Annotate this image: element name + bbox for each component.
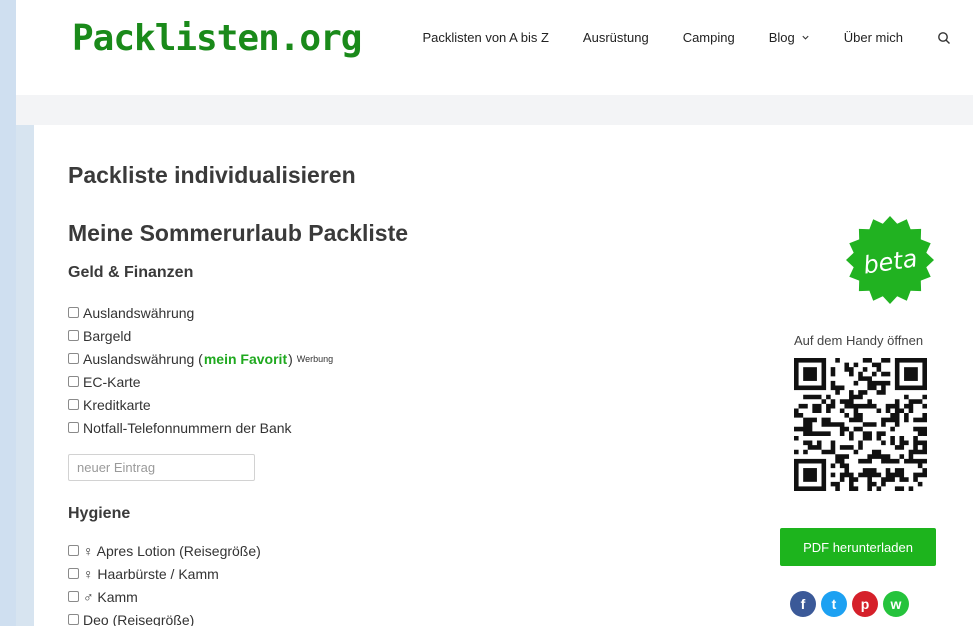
favorite-link[interactable]: mein Favorit <box>204 351 287 367</box>
checkbox[interactable] <box>68 399 79 410</box>
hygiene-item-list: ♀ Apres Lotion (Reisegröße) ♀ Haarbürste… <box>68 539 261 626</box>
nav-packlisten[interactable]: Packlisten von A bis Z <box>422 30 548 45</box>
header-divider-band <box>16 95 973 125</box>
list-item[interactable]: Deo (Reisegröße) <box>68 608 261 626</box>
list-item[interactable]: EC-Karte <box>68 370 333 393</box>
section-title-hygiene: Hygiene <box>68 505 131 522</box>
mobile-open-label: Auf dem Handy öffnen <box>793 333 924 348</box>
new-entry-input[interactable] <box>68 454 255 481</box>
main-content: Packliste individualisieren Meine Sommer… <box>34 125 973 626</box>
list-item[interactable]: ♀ Apres Lotion (Reisegröße) <box>68 539 261 562</box>
list-item[interactable]: Bargeld <box>68 324 333 347</box>
list-title: Meine Sommerurlaub Packliste <box>68 220 409 246</box>
page-title: Packliste individualisieren <box>68 162 356 188</box>
checkbox[interactable] <box>68 330 79 341</box>
whatsapp-icon[interactable]: w <box>883 591 909 617</box>
chevron-down-icon <box>802 35 809 40</box>
nav-camping[interactable]: Camping <box>683 30 735 45</box>
list-item[interactable]: Auslandswährung (mein Favorit) Werbung <box>68 347 333 370</box>
nav-ueber-mich[interactable]: Über mich <box>844 30 903 45</box>
checkbox[interactable] <box>68 376 79 387</box>
nav-ausruestung[interactable]: Ausrüstung <box>583 30 649 45</box>
checkbox[interactable] <box>68 568 79 579</box>
nav-blog[interactable]: Blog <box>769 30 810 45</box>
checkbox[interactable] <box>68 307 79 318</box>
ad-label: Werbung <box>296 353 334 364</box>
list-item[interactable]: Kreditkarte <box>68 393 333 416</box>
list-item[interactable]: Auslandswährung <box>68 301 333 324</box>
geld-item-list: Auslandswährung Bargeld Auslandswährung … <box>68 301 333 439</box>
main-nav: Packlisten von A bis Z Ausrüstung Campin… <box>422 30 973 45</box>
social-share-bar: f t p w <box>790 591 914 617</box>
checkbox[interactable] <box>68 545 79 556</box>
section-title-geld: Geld & Finanzen <box>68 264 194 281</box>
logo-text: Packlisten.org <box>72 18 362 59</box>
left-edge <box>0 0 16 626</box>
list-item[interactable]: ♀ Haarbürste / Kamm <box>68 562 261 585</box>
pinterest-icon[interactable]: p <box>852 591 878 617</box>
facebook-icon[interactable]: f <box>790 591 816 617</box>
pdf-download-button[interactable]: PDF herunterladen <box>780 528 936 566</box>
checkbox[interactable] <box>68 353 79 364</box>
search-icon[interactable] <box>937 31 951 45</box>
checkbox[interactable] <box>68 614 79 625</box>
twitter-icon[interactable]: t <box>821 591 847 617</box>
checkbox[interactable] <box>68 422 79 433</box>
qr-code[interactable] <box>794 358 927 491</box>
list-item[interactable]: Notfall-Telefonnummern der Bank <box>68 416 333 439</box>
list-item[interactable]: ♂ Kamm <box>68 585 261 608</box>
site-logo[interactable]: Packlisten.org <box>72 18 362 59</box>
site-header: Packlisten.org Packlisten von A bis Z Au… <box>16 0 973 95</box>
beta-badge: beta <box>846 216 934 304</box>
checkbox[interactable] <box>68 591 79 602</box>
